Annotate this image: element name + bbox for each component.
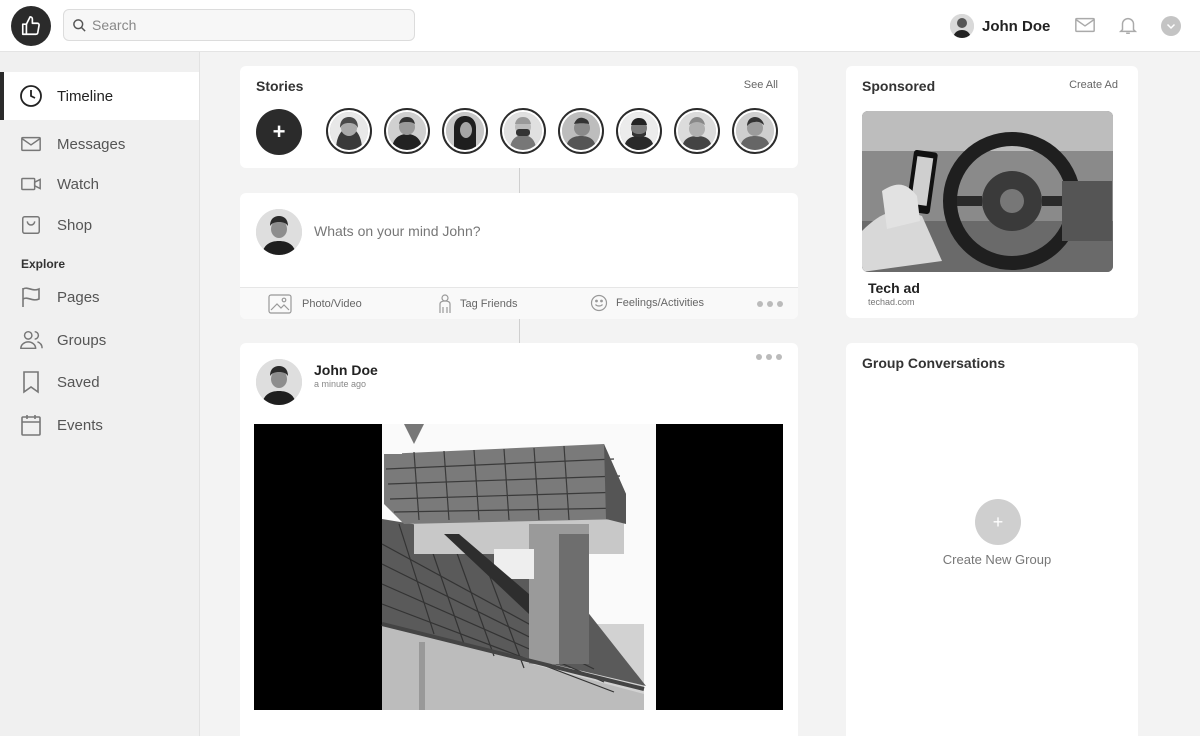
sidebar-item-messages[interactable]: Messages	[0, 124, 199, 164]
top-header: John Doe	[0, 0, 1200, 52]
story-avatar[interactable]	[326, 108, 372, 154]
create-group-label[interactable]: Create New Group	[846, 552, 1148, 567]
sidebar-item-label: Pages	[57, 288, 100, 306]
sidebar-item-label: Shop	[57, 216, 93, 234]
sidebar-item-timeline[interactable]: Timeline	[0, 72, 199, 120]
post-card: John Doe a minute ago	[240, 343, 798, 736]
group-conversations-card: Group Conversations + Create New Group	[846, 343, 1138, 736]
tag-friends-button[interactable]: Tag Friends	[438, 294, 517, 314]
stories-title: Stories	[256, 78, 304, 94]
chevron-down-icon	[1166, 23, 1176, 30]
connector-line	[519, 168, 520, 193]
sidebar-item-events[interactable]: Events	[0, 405, 199, 445]
photo-video-button[interactable]: Photo/Video	[268, 294, 362, 314]
feelings-activities-label: Feelings/Activities	[616, 297, 705, 309]
search-box[interactable]	[63, 9, 415, 41]
tag-friends-label: Tag Friends	[460, 298, 518, 310]
add-story-button[interactable]: +	[256, 109, 302, 155]
mail-icon[interactable]	[1074, 14, 1096, 36]
post-composer-card: Whats on your mind John? Photo/Video Tag…	[240, 193, 798, 319]
connector-line	[519, 319, 520, 343]
sponsored-card: Sponsored Create Ad Tech ad techad.com	[846, 66, 1138, 318]
ad-image[interactable]	[862, 111, 1113, 272]
stories-card: Stories See All +	[240, 66, 798, 168]
photo-video-label: Photo/Video	[302, 298, 362, 310]
story-avatar[interactable]	[616, 108, 662, 154]
image-icon	[268, 294, 292, 314]
sidebar-item-label: Events	[57, 416, 103, 434]
story-avatar[interactable]	[732, 108, 778, 154]
search-input[interactable]	[92, 10, 402, 40]
users-icon	[19, 328, 43, 352]
bell-icon[interactable]	[1117, 14, 1139, 36]
story-avatar[interactable]	[442, 108, 488, 154]
shopping-bag-icon	[19, 213, 43, 237]
story-avatar[interactable]	[558, 108, 604, 154]
clock-icon	[19, 84, 43, 108]
account-menu-button[interactable]	[1161, 16, 1181, 36]
sidebar-item-label: Groups	[57, 331, 107, 349]
thumbs-up-icon	[21, 16, 40, 36]
smile-icon	[590, 294, 608, 312]
user-name: John Doe	[982, 17, 1051, 35]
sidebar-item-groups[interactable]: Groups	[0, 320, 199, 360]
sidebar: Timeline Messages Watch Shop Explore Pag…	[0, 52, 200, 736]
sidebar-item-saved[interactable]: Saved	[0, 362, 199, 402]
sidebar-item-label: Timeline	[57, 87, 114, 105]
mail-icon	[19, 132, 43, 156]
person-icon	[439, 294, 451, 313]
search-icon	[73, 19, 86, 32]
post-timestamp: a minute ago	[314, 379, 367, 389]
story-avatar[interactable]	[384, 108, 430, 154]
feelings-activities-button[interactable]: Feelings/Activities	[590, 294, 704, 312]
sidebar-item-label: Saved	[57, 373, 100, 391]
story-avatar[interactable]	[500, 108, 546, 154]
user-profile-chip[interactable]: John Doe	[950, 14, 1050, 38]
see-all-link[interactable]: See All	[744, 79, 778, 91]
bookmark-icon	[19, 370, 43, 394]
sidebar-item-label: Messages	[57, 135, 126, 153]
post-image[interactable]	[254, 424, 783, 710]
sidebar-item-shop[interactable]: Shop	[0, 205, 199, 245]
flag-icon	[19, 285, 43, 309]
composer-input[interactable]: Whats on your mind John?	[314, 223, 481, 239]
calendar-icon	[19, 413, 43, 437]
avatar	[950, 14, 974, 38]
sidebar-item-pages[interactable]: Pages	[0, 277, 199, 317]
video-icon	[19, 172, 43, 196]
story-avatar[interactable]	[674, 108, 720, 154]
sponsored-title: Sponsored	[862, 78, 936, 94]
group-conversations-title: Group Conversations	[862, 355, 1006, 371]
composer-actions-bar: Photo/Video Tag Friends Feelings/Activit…	[240, 287, 798, 319]
explore-section-label: Explore	[21, 257, 66, 271]
ad-title[interactable]: Tech ad	[868, 280, 920, 296]
post-options-button[interactable]	[756, 354, 782, 360]
create-group-button[interactable]: +	[975, 499, 1021, 545]
logo[interactable]	[11, 6, 51, 46]
create-ad-link[interactable]: Create Ad	[1069, 79, 1118, 91]
avatar[interactable]	[256, 359, 302, 405]
avatar	[256, 209, 302, 255]
sidebar-item-label: Watch	[57, 175, 99, 193]
composer-more-button[interactable]	[757, 301, 783, 307]
sidebar-item-watch[interactable]: Watch	[0, 164, 199, 204]
post-author[interactable]: John Doe	[314, 362, 378, 378]
ad-domain: techad.com	[868, 297, 915, 307]
